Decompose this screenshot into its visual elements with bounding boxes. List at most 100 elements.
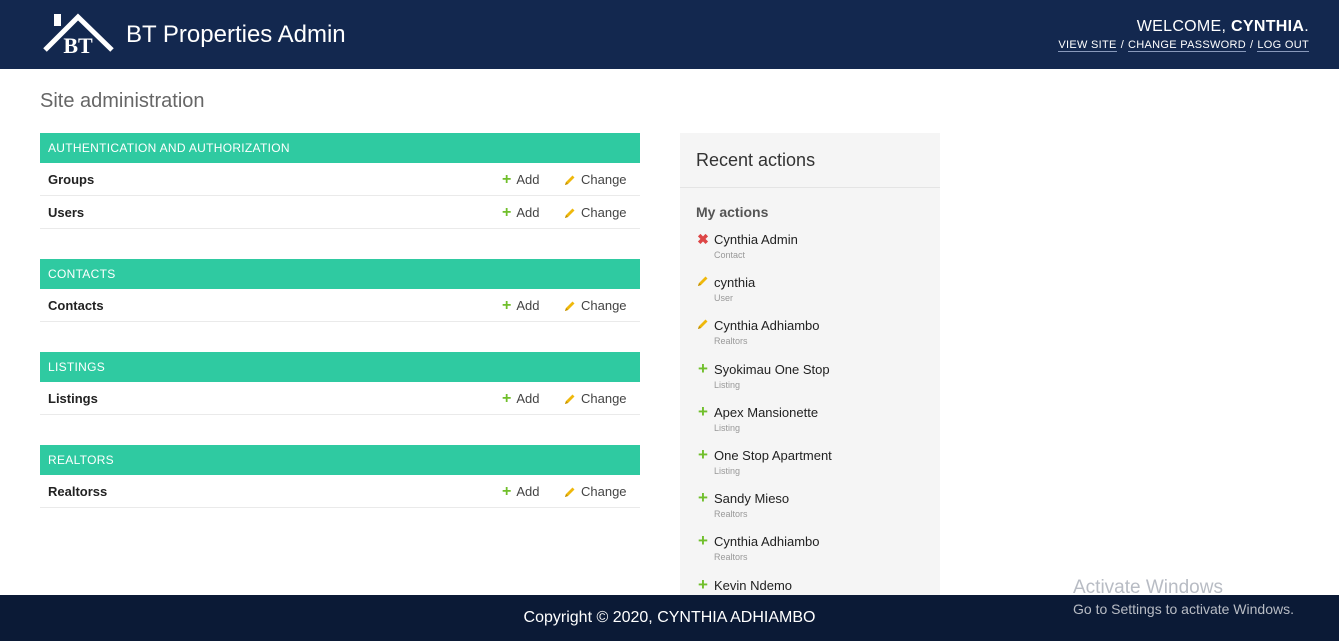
view-site-link[interactable]: VIEW SITE: [1058, 39, 1117, 52]
action-content-type: Listing: [714, 422, 741, 433]
model-row-listings: Listings + Add Change: [40, 382, 640, 415]
change-button[interactable]: Change: [564, 298, 627, 313]
action-object-link[interactable]: Cynthia Adhiambo: [714, 318, 820, 333]
windows-activation-watermark: Activate Windows Go to Settings to activ…: [1073, 577, 1294, 617]
pencil-icon: [565, 301, 575, 311]
app-list: AUTHENTICATION AND AUTHORIZATION Groups …: [40, 133, 640, 538]
site-title[interactable]: BT Properties Admin: [126, 21, 346, 49]
recent-actions-title: Recent actions: [680, 133, 940, 188]
change-label: Change: [581, 391, 627, 406]
page-title: Site administration: [40, 90, 205, 112]
change-button[interactable]: Change: [564, 172, 627, 187]
username: CYNTHIA: [1231, 18, 1305, 35]
model-name[interactable]: Contacts: [48, 298, 104, 313]
plus-icon: +: [698, 488, 708, 508]
action-object-link[interactable]: Syokimau One Stop: [714, 362, 830, 377]
recent-action-item: + Kevin Ndemo: [696, 574, 924, 596]
welcome-suffix: .: [1304, 18, 1309, 35]
recent-action-item: + Apex Mansionette Listing: [696, 401, 924, 448]
add-button[interactable]: + Add: [502, 171, 540, 188]
recent-action-item: + Syokimau One Stop Listing: [696, 358, 924, 405]
plus-icon: +: [502, 483, 512, 500]
action-object-link[interactable]: cynthia: [714, 275, 755, 290]
user-links: VIEW SITE / CHANGE PASSWORD / LOG OUT: [1058, 39, 1309, 52]
recent-action-item: + Cynthia Adhiambo Realtors: [696, 531, 924, 577]
action-content-type: User: [714, 293, 734, 304]
change-password-link[interactable]: CHANGE PASSWORD: [1128, 39, 1247, 52]
add-button[interactable]: + Add: [502, 390, 540, 407]
module-contacts: CONTACTS Contacts + Add Change: [40, 259, 640, 322]
module-authentication: AUTHENTICATION AND AUTHORIZATION Groups …: [40, 133, 640, 229]
module-realtors: REALTORS Realtorss + Add Change: [40, 445, 640, 508]
model-name[interactable]: Users: [48, 205, 84, 220]
model-name[interactable]: Listings: [48, 391, 98, 406]
plus-icon: +: [502, 171, 512, 188]
link-separator: /: [1250, 39, 1254, 51]
plus-icon: +: [698, 574, 708, 594]
watermark-title: Activate Windows: [1073, 577, 1223, 598]
pencil-icon: [698, 276, 708, 287]
plus-icon: +: [698, 531, 708, 551]
add-label: Add: [516, 391, 540, 406]
brand[interactable]: BT BT Properties Admin: [42, 12, 346, 56]
module-caption[interactable]: CONTACTS: [40, 259, 640, 289]
add-label: Add: [516, 205, 540, 220]
model-name[interactable]: Realtorss: [48, 484, 107, 499]
plus-icon: +: [502, 297, 512, 314]
action-content-type: Listing: [714, 379, 741, 390]
delete-icon: ✖: [697, 231, 709, 247]
recent-action-item: Cynthia Adhiambo Realtors: [696, 318, 924, 361]
module-caption[interactable]: REALTORS: [40, 445, 640, 475]
action-object-link[interactable]: One Stop Apartment: [714, 448, 832, 463]
log-out-link[interactable]: LOG OUT: [1257, 39, 1309, 52]
change-label: Change: [581, 172, 627, 187]
module-caption[interactable]: LISTINGS: [40, 352, 640, 382]
house-logo-icon: BT: [43, 13, 114, 56]
pencil-icon: [565, 487, 575, 497]
add-label: Add: [516, 298, 540, 313]
action-content-type: Listing: [714, 465, 741, 476]
change-button[interactable]: Change: [564, 205, 627, 220]
change-button[interactable]: Change: [564, 391, 627, 406]
plus-icon: +: [698, 401, 708, 421]
change-label: Change: [581, 205, 627, 220]
action-object-link[interactable]: Kevin Ndemo: [714, 578, 792, 593]
add-label: Add: [516, 484, 540, 499]
welcome-message: WELCOME, CYNTHIA.: [1058, 18, 1309, 36]
plus-icon: +: [698, 444, 708, 464]
pencil-icon: [698, 319, 708, 330]
copyright-text: Copyright © 2020, CYNTHIA ADHIAMBO: [523, 609, 816, 626]
model-row-realtorss: Realtorss + Add Change: [40, 475, 640, 508]
action-content-type: Realtors: [714, 552, 748, 563]
change-button[interactable]: Change: [564, 484, 627, 499]
recent-action-item: ✖ Cynthia Admin Contact: [696, 232, 924, 275]
pencil-icon: [565, 175, 575, 185]
model-row-groups: Groups + Add Change: [40, 163, 640, 196]
action-object-link[interactable]: Cynthia Adhiambo: [714, 534, 820, 549]
model-name[interactable]: Groups: [48, 172, 94, 187]
action-object-link[interactable]: Apex Mansionette: [714, 405, 818, 420]
plus-icon: +: [502, 204, 512, 221]
model-row-users: Users + Add Change: [40, 196, 640, 229]
model-row-contacts: Contacts + Add Change: [40, 289, 640, 322]
add-button[interactable]: + Add: [502, 483, 540, 500]
change-label: Change: [581, 298, 627, 313]
plus-icon: +: [502, 390, 512, 407]
action-object-link[interactable]: Sandy Mieso: [714, 491, 789, 506]
recent-action-item: + One Stop Apartment Listing: [696, 444, 924, 491]
watermark-subtitle: Go to Settings to activate Windows.: [1073, 601, 1294, 617]
change-label: Change: [581, 484, 627, 499]
add-button[interactable]: + Add: [502, 297, 540, 314]
module-caption[interactable]: AUTHENTICATION AND AUTHORIZATION: [40, 133, 640, 163]
pencil-icon: [565, 394, 575, 404]
link-separator: /: [1120, 39, 1125, 51]
add-label: Add: [516, 172, 540, 187]
action-list: ✖ Cynthia Admin Contact cynthia User Cynthia …: [680, 220, 940, 595]
recent-action-item: + Sandy Mieso Realtors: [696, 488, 924, 534]
add-button[interactable]: + Add: [502, 204, 540, 221]
action-object-link[interactable]: Cynthia Admin: [714, 232, 798, 247]
header: BT BT Properties Admin WELCOME, CYNTHIA.…: [0, 0, 1339, 69]
recent-actions-panel: Recent actions My actions ✖ Cynthia Admin…: [680, 133, 940, 595]
plus-icon: +: [698, 358, 708, 378]
brand-logo-text: BT: [63, 33, 93, 56]
